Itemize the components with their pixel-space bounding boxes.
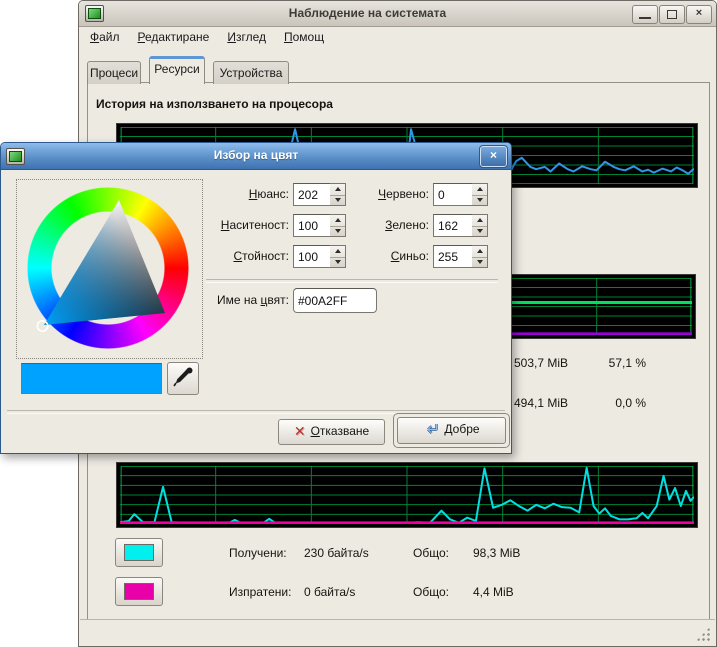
dialog-title: Избор на цвят — [41, 148, 471, 162]
field-label-rgb-1: Зелено: — [353, 218, 429, 232]
field-input-hsv-0[interactable] — [293, 183, 331, 206]
cancel-x-icon: ✕ — [294, 425, 306, 437]
spin-down[interactable] — [472, 226, 487, 237]
color-preview-swatch — [21, 363, 162, 394]
tab-Устройства[interactable]: Устройства — [213, 61, 289, 84]
fields-separator — [206, 279, 498, 283]
field-input-rgb-0[interactable] — [433, 183, 473, 206]
legend-label: Изпратени: — [229, 585, 301, 600]
legend-color-swatch — [124, 583, 154, 600]
cancel-label: Отказване — [311, 424, 370, 438]
tab-strip: Процеси Ресурси Устройства — [79, 1, 716, 83]
field-input-hsv-2[interactable] — [293, 245, 331, 268]
eyedropper-icon — [168, 363, 196, 392]
legend-total-label: Общо: — [413, 585, 463, 600]
cancel-button[interactable]: ✕ Отказване — [278, 419, 385, 445]
field-label-rgb-2: Синьо: — [353, 249, 429, 263]
cpu-section-header: История на използването на процесора — [96, 97, 333, 111]
spin-down[interactable] — [330, 195, 345, 206]
field-spinner-rgb-1 — [472, 214, 488, 237]
legend-rate: 0 байта/s — [304, 585, 404, 600]
tab-Процеси[interactable]: Процеси — [87, 61, 141, 84]
color-wheel-area[interactable] — [16, 179, 203, 359]
field-label-hsv-1: Наситеност: — [194, 218, 289, 232]
legend-color-swatch — [124, 544, 154, 561]
spin-down[interactable] — [472, 257, 487, 268]
dialog-close-icon: × — [490, 148, 497, 162]
hue-selector[interactable] — [37, 321, 47, 331]
field-label-hsv-2: Стойност: — [194, 249, 289, 263]
spin-down[interactable] — [330, 226, 345, 237]
field-spinner-rgb-2 — [472, 245, 488, 268]
dialog-app-icon — [6, 148, 25, 165]
ok-label: Добре — [444, 422, 479, 436]
ok-button[interactable]: Добре — [397, 417, 506, 444]
color-name-input[interactable] — [293, 288, 377, 313]
dialog-titlebar[interactable]: Избор на цвят × — [1, 143, 511, 170]
memory-percent: 57,1 % — [584, 356, 646, 371]
legend-color-button-Изпратени[interactable] — [115, 577, 163, 606]
desktop: Наблюдение на системата × ФайлРедактиран… — [0, 0, 717, 647]
ok-return-icon — [423, 423, 439, 436]
field-label-hsv-0: Нюанс: — [194, 187, 289, 201]
spin-down[interactable] — [472, 195, 487, 206]
tab-label: Процеси — [90, 66, 138, 80]
color-picker-dialog: Избор на цвят × — [0, 142, 512, 454]
tab-Ресурси[interactable]: Ресурси — [149, 56, 205, 84]
legend-total: 4,4 MiB — [473, 585, 553, 600]
field-input-hsv-1[interactable] — [293, 214, 331, 237]
field-input-rgb-1[interactable] — [433, 214, 473, 237]
memory-amount: 503,7 MiB — [514, 356, 582, 371]
field-spinner-hsv-0 — [330, 183, 346, 206]
dialog-close-button[interactable]: × — [480, 146, 507, 167]
field-spinner-rgb-0 — [472, 183, 488, 206]
legend-color-button-Получени[interactable] — [115, 538, 163, 567]
network-history-chart — [116, 462, 698, 528]
field-spinner-hsv-2 — [330, 245, 346, 268]
field-input-rgb-2[interactable] — [433, 245, 473, 268]
eyedropper-button[interactable] — [167, 362, 199, 395]
resize-grip[interactable] — [696, 627, 710, 641]
legend-label: Получени: — [229, 546, 301, 561]
legend-total: 98,3 MiB — [473, 546, 553, 561]
legend-total-label: Общо: — [413, 546, 463, 561]
memory-percent: 0,0 % — [584, 396, 646, 411]
field-label-rgb-0: Червено: — [353, 187, 429, 201]
spin-down[interactable] — [330, 257, 345, 268]
tab-label: Ресурси — [154, 62, 199, 76]
hsv-triangle[interactable] — [17, 180, 202, 358]
tab-label: Устройства — [220, 66, 283, 80]
memory-amount: 494,1 MiB — [514, 396, 582, 411]
legend-rate: 230 байта/s — [304, 546, 404, 561]
statusbar — [80, 619, 715, 645]
field-spinner-hsv-1 — [330, 214, 346, 237]
color-name-label: Име на цвят: — [194, 293, 289, 307]
